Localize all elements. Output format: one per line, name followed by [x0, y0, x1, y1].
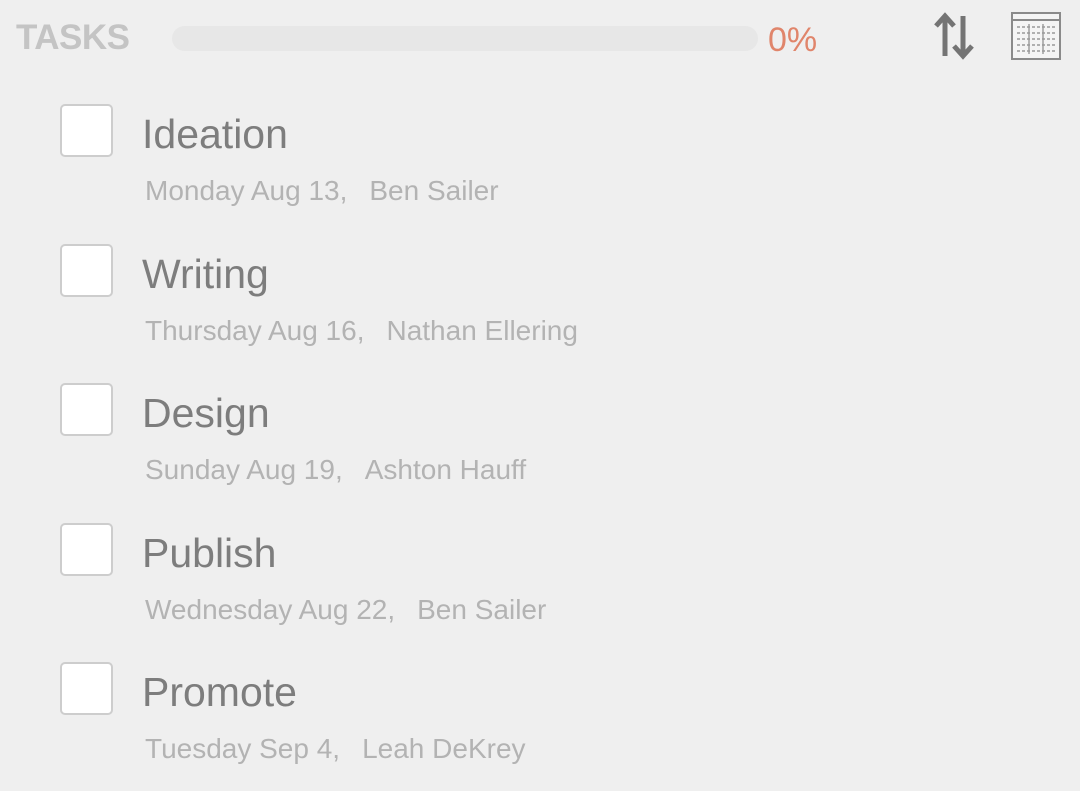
- task-checkbox[interactable]: [60, 662, 113, 715]
- task-date: Tuesday Sep 4,: [145, 733, 341, 764]
- task-item: Design Sunday Aug 19, Ashton Hauff: [0, 381, 1080, 521]
- task-checkbox[interactable]: [60, 522, 113, 576]
- task-meta: Sunday Aug 19, Ashton Hauff: [145, 453, 526, 487]
- tasks-panel: TASKS 0% Ideation Monday Aug 13, Ben Sai…: [0, 0, 1080, 791]
- task-checkbox[interactable]: [60, 383, 113, 436]
- task-item: Writing Thursday Aug 16, Nathan Ellering: [0, 242, 1080, 382]
- tasks-title: TASKS: [16, 18, 130, 57]
- task-meta: Tuesday Sep 4, Leah DeKrey: [145, 732, 526, 766]
- task-assignee: Nathan Ellering: [386, 314, 578, 346]
- task-assignee: Ben Sailer: [369, 175, 499, 206]
- task-item: Promote Tuesday Sep 4, Leah DeKrey: [0, 660, 1080, 791]
- task-date: Wednesday Aug 22,: [145, 593, 396, 625]
- progress-bar: [172, 26, 758, 51]
- task-list: Ideation Monday Aug 13, Ben Sailer Writin…: [0, 102, 1080, 791]
- sort-arrows-icon: [934, 12, 974, 60]
- task-meta: Thursday Aug 16, Nathan Ellering: [145, 314, 578, 348]
- calendar-view-button[interactable]: [1010, 10, 1062, 62]
- task-date: Monday Aug 13,: [145, 175, 348, 206]
- task-item: Publish Wednesday Aug 22, Ben Sailer: [0, 521, 1080, 661]
- tasks-header: TASKS 0%: [0, 0, 1080, 80]
- task-name: Publish: [142, 529, 277, 576]
- task-meta: Monday Aug 13, Ben Sailer: [145, 174, 499, 208]
- task-date: Thursday Aug 16,: [145, 314, 365, 346]
- task-assignee: Leah DeKrey: [362, 733, 526, 764]
- task-checkbox[interactable]: [60, 104, 113, 157]
- progress-percent: 0%: [768, 21, 818, 59]
- task-assignee: Ben Sailer: [417, 593, 547, 625]
- task-name: Promote: [142, 669, 297, 715]
- task-name: Ideation: [142, 111, 288, 157]
- task-assignee: Ashton Hauff: [364, 454, 527, 485]
- task-meta: Wednesday Aug 22, Ben Sailer: [145, 593, 546, 627]
- task-name: Writing: [142, 250, 269, 297]
- sort-button[interactable]: [928, 10, 980, 62]
- task-date: Sunday Aug 19,: [145, 454, 343, 485]
- task-checkbox[interactable]: [60, 243, 113, 297]
- calendar-grid-icon: [1011, 12, 1061, 60]
- task-item: Ideation Monday Aug 13, Ben Sailer: [0, 102, 1080, 242]
- task-name: Design: [142, 390, 270, 436]
